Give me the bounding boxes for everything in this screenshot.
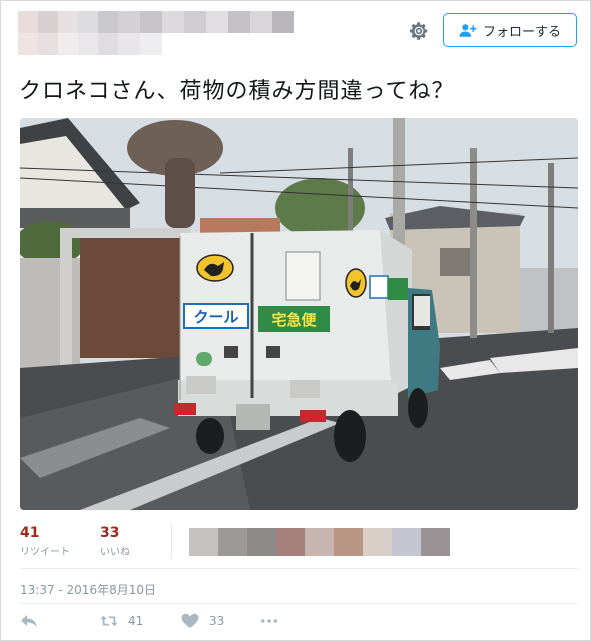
stats-divider	[171, 523, 172, 559]
username-pixelated[interactable]	[18, 11, 310, 55]
divider-line	[20, 603, 578, 604]
tweet-timestamp[interactable]: 13:37 - 2016年8月10日	[20, 581, 156, 598]
retweet-action-count: 41	[128, 614, 144, 628]
avatar[interactable]	[392, 528, 421, 556]
retweet-label: リツイート	[20, 547, 70, 558]
liker-avatars-pixelated[interactable]	[189, 528, 450, 556]
follow-button[interactable]: フォローする	[443, 13, 577, 47]
retweet-stat[interactable]: 41 リツイート	[20, 525, 70, 558]
like-label: いいね	[100, 547, 130, 558]
photo-scene: クール 宅急便	[20, 118, 578, 510]
photo-sign-takkyubin: 宅急便	[271, 311, 317, 329]
avatar[interactable]	[421, 528, 450, 556]
reply-icon	[21, 615, 37, 627]
tweet-text: クロネコさん、荷物の積み方間違ってね？	[19, 79, 455, 104]
retweet-icon	[100, 615, 118, 627]
tweet-card: フォローする クロネコさん、荷物の積み方間違ってね？ クール 宅急便 41 リツ…	[0, 0, 591, 641]
divider-line	[20, 568, 578, 569]
follow-button-label: フォローする	[482, 24, 561, 40]
avatar[interactable]	[363, 528, 392, 556]
like-stat[interactable]: 33 いいね	[100, 525, 130, 558]
avatar[interactable]	[276, 528, 305, 556]
like-button[interactable]: 33	[181, 613, 224, 629]
avatar[interactable]	[247, 528, 276, 556]
like-action-count: 33	[209, 614, 225, 628]
retweet-button[interactable]: 41	[100, 613, 143, 629]
gear-icon[interactable]	[408, 20, 430, 42]
more-icon	[260, 619, 278, 623]
reply-button[interactable]	[20, 613, 38, 629]
avatar[interactable]	[305, 528, 334, 556]
avatar[interactable]	[334, 528, 363, 556]
tweet-photo[interactable]: クール 宅急便	[20, 118, 578, 510]
more-button[interactable]	[260, 613, 278, 629]
like-count: 33	[100, 525, 120, 541]
avatar[interactable]	[218, 528, 247, 556]
heart-icon	[181, 613, 199, 628]
avatar[interactable]	[189, 528, 218, 556]
photo-sign-cool: クール	[193, 308, 238, 326]
retweet-count: 41	[20, 525, 40, 541]
add-user-icon	[459, 24, 477, 37]
